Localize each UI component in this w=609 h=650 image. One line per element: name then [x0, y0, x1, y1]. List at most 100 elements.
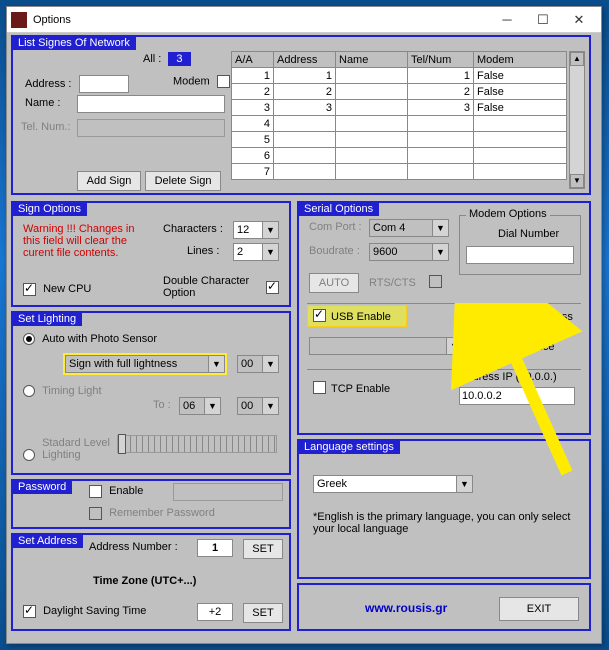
tel-input — [77, 119, 225, 137]
warning-text: Warning !!! Changes in this field will c… — [23, 223, 153, 259]
table-row: 4 — [232, 116, 567, 132]
auto-button[interactable]: AUTO — [309, 273, 359, 293]
modem-checkbox[interactable] — [217, 75, 230, 88]
table-row: 5 — [232, 132, 567, 148]
network-title: List Signes Of Network — [12, 36, 136, 50]
address-label: Address : — [25, 78, 71, 90]
footer-panel: www.rousis.gr EXIT — [297, 583, 591, 631]
language-title: Language settings — [298, 440, 400, 454]
tcp-label: TCP Enable — [331, 383, 390, 395]
to-m-combo: 00▼ — [237, 397, 279, 415]
table-row: 333False — [232, 100, 567, 116]
options-window: Options ─ ☐ ✕ List Signes Of Network All… — [6, 6, 602, 644]
addr-set-button[interactable]: SET — [243, 539, 283, 559]
slider-thumb[interactable] — [118, 434, 126, 454]
col-address: Address — [274, 52, 336, 68]
table-row: 111False — [232, 68, 567, 84]
ip-input[interactable] — [459, 387, 575, 405]
table-scrollbar[interactable]: ▲ ▼ — [569, 51, 585, 189]
to-label: To : — [153, 399, 171, 411]
delete-sign-button[interactable]: Delete Sign — [145, 171, 221, 191]
comport-label: Com Port : — [309, 221, 362, 233]
chevron-down-icon: ▼ — [262, 222, 278, 238]
baud-label: Boudrate : — [309, 245, 360, 257]
chevron-down-icon: ▼ — [208, 356, 224, 372]
maximize-button[interactable]: ☐ — [525, 8, 561, 32]
table-row: 7 — [232, 164, 567, 180]
tz-set-button[interactable]: SET — [243, 603, 283, 623]
password-panel: Password Enable Remember Password — [11, 479, 291, 529]
std-slider[interactable] — [117, 435, 277, 453]
baud-combo: 9600▼ — [369, 243, 449, 261]
auto-radio[interactable] — [23, 333, 35, 345]
address-title: Set Address — [12, 534, 83, 548]
add-sign-button[interactable]: Add Sign — [77, 171, 141, 191]
col-modem: Modem — [474, 52, 567, 68]
rf-selected-label: Selected Device — [475, 341, 555, 353]
serial-panel: Serial Options Com Port : Com 4▼ Boudrat… — [297, 201, 591, 435]
to-h-combo: 06▼ — [179, 397, 221, 415]
chevron-down-icon: ▼ — [262, 244, 278, 260]
dblchar-label: Double Character Option — [163, 275, 249, 299]
dst-checkbox[interactable] — [23, 605, 36, 618]
address-panel: Set Address Address Number : SET Time Zo… — [11, 533, 291, 631]
language-panel: Language settings Greek▼ *English is the… — [297, 439, 591, 579]
rf-checkbox[interactable] — [495, 309, 508, 322]
remember-pw-checkbox — [89, 507, 102, 520]
serial-title: Serial Options — [298, 202, 379, 216]
col-aa: A/A — [232, 52, 274, 68]
dial-input[interactable] — [466, 246, 574, 264]
name-input[interactable] — [77, 95, 225, 113]
chevron-down-icon: ▼ — [446, 338, 462, 354]
timing-label: Timing Light — [42, 385, 102, 397]
rf-label: RF Wireless — [513, 311, 573, 323]
chevron-down-icon: ▼ — [432, 220, 448, 236]
all-value: 3 — [168, 52, 190, 66]
fullness-combo[interactable]: Sign with full lightness▼ — [65, 355, 225, 373]
lines-combo[interactable]: 2▼ — [233, 243, 279, 261]
exit-button[interactable]: EXIT — [499, 597, 579, 621]
minimize-button[interactable]: ─ — [489, 8, 525, 32]
close-button[interactable]: ✕ — [561, 8, 597, 32]
table-row: 6 — [232, 148, 567, 164]
tcp-checkbox[interactable] — [313, 381, 326, 394]
language-note: *English is the primary language, you ca… — [313, 511, 575, 535]
enable-pw-checkbox[interactable] — [89, 485, 102, 498]
window-title: Options — [33, 14, 71, 26]
network-panel: List Signes Of Network All : 3 Address :… — [11, 35, 591, 195]
lines-label: Lines : — [187, 245, 219, 257]
newcpu-checkbox[interactable] — [23, 283, 36, 296]
modem-opts-title: Modem Options — [469, 208, 547, 220]
titlebar[interactable]: Options ─ ☐ ✕ — [7, 7, 601, 33]
modem-label: Modem — [173, 75, 210, 87]
scroll-down-icon[interactable]: ▼ — [570, 174, 584, 188]
table-row: 222False — [232, 84, 567, 100]
signs-table[interactable]: A/A Address Name Tel/Num Modem 111False … — [231, 51, 567, 180]
tz-input[interactable] — [197, 603, 233, 621]
comport-combo: Com 4▼ — [369, 219, 449, 237]
address-input[interactable] — [79, 75, 129, 93]
chevron-down-icon: ▼ — [456, 476, 472, 492]
lighting-panel: Set Lighting Auto with Photo Sensor Sign… — [11, 311, 291, 475]
dial-label: Dial Number — [498, 228, 559, 240]
scroll-up-icon[interactable]: ▲ — [570, 52, 584, 66]
std-radio[interactable] — [23, 449, 35, 461]
std-label: Stadard Level Lighting — [42, 437, 116, 461]
dblchar-checkbox[interactable] — [266, 281, 279, 294]
lighting-title: Set Lighting — [12, 312, 82, 326]
addr-num-label: Address Number : — [89, 541, 178, 553]
all-label: All : — [143, 53, 161, 65]
password-title: Password — [12, 480, 72, 494]
language-combo[interactable]: Greek▼ — [313, 475, 473, 493]
rts-label: RTS/CTS — [369, 277, 416, 289]
usb-checkbox[interactable] — [313, 309, 326, 322]
rf-device-combo[interactable]: ▼ — [309, 337, 463, 355]
chevron-down-icon: ▼ — [432, 244, 448, 260]
addr-num-input[interactable] — [197, 539, 233, 557]
usb-label: USB Enable — [331, 311, 391, 323]
timing-radio[interactable] — [23, 385, 35, 397]
app-icon — [11, 12, 27, 28]
tz-label: Time Zone (UTC+...) — [93, 575, 196, 587]
website-link[interactable]: www.rousis.gr — [365, 601, 447, 615]
chars-combo[interactable]: 12▼ — [233, 221, 279, 239]
